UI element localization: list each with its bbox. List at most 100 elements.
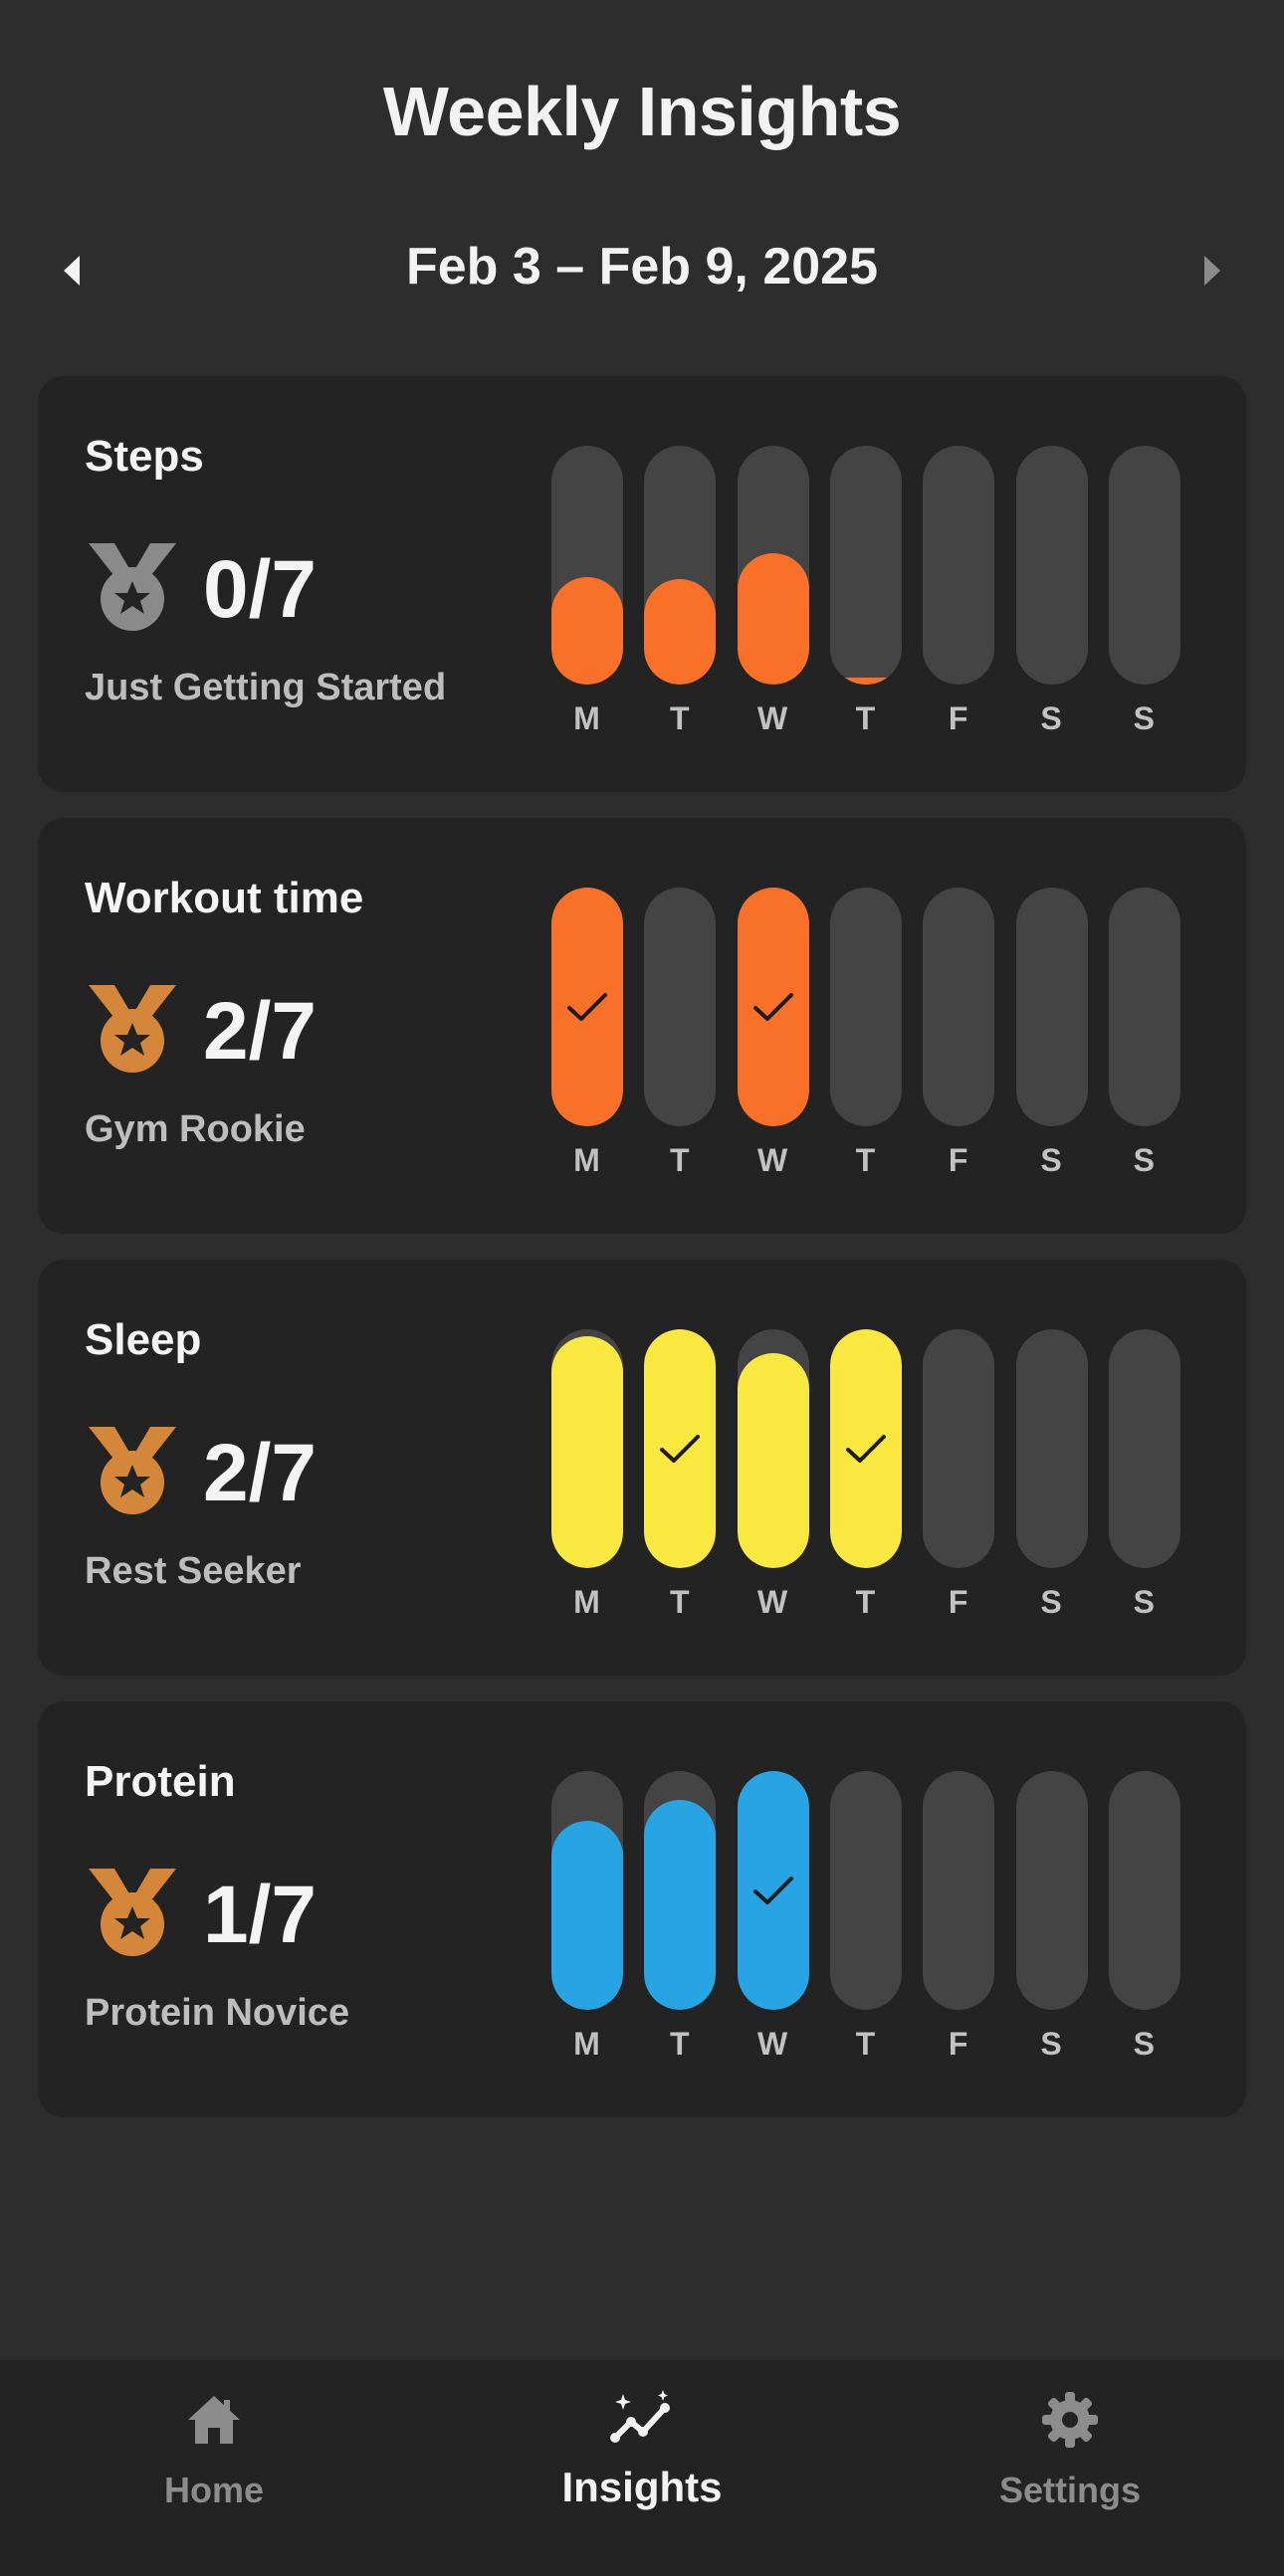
day-bar: T <box>829 446 902 754</box>
sparkle-chart-icon <box>610 2390 670 2443</box>
day-label: S <box>1040 1584 1063 1620</box>
bar-track <box>923 1329 995 1568</box>
bar-fill <box>737 1353 809 1568</box>
day-label: T <box>670 1142 691 1178</box>
checkmark-icon <box>551 888 623 1126</box>
card-title: Steps <box>85 432 204 481</box>
insight-card-protein[interactable]: Protein 1/7 Protein Novice M T W T F S S <box>38 1701 1246 2117</box>
page-title: Weekly Insights <box>382 73 902 150</box>
bar-track <box>644 446 717 685</box>
checkmark-icon <box>830 1329 902 1568</box>
weekly-bars: MTWTFSS <box>551 1329 1198 1638</box>
checkmark-icon <box>738 1771 809 2010</box>
card-title: Protein <box>85 1757 236 1806</box>
bar-track <box>1108 1771 1180 2010</box>
day-bar: S <box>1015 446 1088 754</box>
insight-card-workout[interactable]: Workout time 2/7 Gym Rookie M T W T F S S <box>38 818 1246 1234</box>
bar-track <box>1015 1771 1088 2010</box>
day-label: F <box>948 2026 969 2062</box>
day-bar: F <box>923 1771 995 2080</box>
day-bar: T <box>644 446 717 754</box>
bar-fill <box>551 1336 623 1568</box>
bar-track <box>923 446 995 685</box>
score-value: 2/7 <box>203 986 317 1077</box>
tab-insights-label: Insights <box>561 2464 723 2510</box>
day-bar: F <box>923 888 995 1196</box>
day-bar: F <box>923 446 995 754</box>
day-label: S <box>1040 2026 1063 2062</box>
bar-track <box>644 888 717 1126</box>
bar-track <box>737 1329 809 1568</box>
bar-track <box>923 1771 995 2010</box>
badge-name: Just Getting Started <box>85 667 447 708</box>
bar-track <box>1015 888 1088 1126</box>
day-label: S <box>1133 1584 1156 1620</box>
weekly-bars: MTWTFSS <box>551 888 1198 1196</box>
tab-insights[interactable]: Insights <box>428 2360 856 2576</box>
day-label: M <box>573 2026 601 2062</box>
insight-card-steps[interactable]: Steps 0/7 Just Getting Started M T W T F S S <box>38 376 1246 792</box>
bar-track <box>829 888 902 1126</box>
checkmark-icon <box>738 888 809 1126</box>
card-title: Sleep <box>85 1315 202 1364</box>
chevron-right-icon[interactable] <box>1194 251 1230 291</box>
day-label: W <box>756 1584 789 1620</box>
day-label: M <box>573 700 601 736</box>
week-navigator: Feb 3 – Feb 9, 2025 <box>0 229 1284 308</box>
day-label: W <box>756 2026 789 2062</box>
score-value: 2/7 <box>203 1428 317 1518</box>
tab-settings[interactable]: Settings <box>856 2360 1284 2576</box>
badge-name: Rest Seeker <box>85 1550 302 1592</box>
bar-track <box>737 446 809 685</box>
insight-card-sleep[interactable]: Sleep 2/7 Rest Seeker M T W T F S S <box>38 1260 1246 1676</box>
day-label: S <box>1040 700 1063 736</box>
day-bar: S <box>1108 1329 1180 1638</box>
bar-fill <box>737 553 809 685</box>
day-label: S <box>1133 2026 1156 2062</box>
day-label: T <box>855 2026 877 2062</box>
day-bar: S <box>1015 1771 1088 2080</box>
bar-track <box>1108 888 1180 1126</box>
day-bar: S <box>1108 888 1180 1196</box>
bar-track <box>829 1771 902 2010</box>
day-bar: F <box>923 1329 995 1638</box>
tab-home[interactable]: Home <box>0 2360 428 2576</box>
bar-fill <box>829 678 902 685</box>
tab-home-label: Home <box>163 2470 265 2510</box>
bar-track <box>551 1329 623 1568</box>
day-bar: S <box>1015 888 1088 1196</box>
badge-name: Gym Rookie <box>85 1108 306 1150</box>
day-bar: M <box>551 888 623 1196</box>
day-bar: M <box>551 446 623 754</box>
weekly-bars: MTWTFSS <box>551 1771 1198 2080</box>
day-label: S <box>1133 1142 1156 1178</box>
day-bar: M <box>551 1329 623 1638</box>
day-label: W <box>756 1142 789 1178</box>
bar-fill <box>551 577 623 685</box>
day-label: S <box>1040 1142 1063 1178</box>
bronze-medal-icon <box>89 1427 176 1514</box>
bar-track <box>1108 1329 1180 1568</box>
day-bar: W <box>737 446 809 754</box>
day-bar: T <box>829 888 902 1196</box>
day-label: T <box>855 1142 877 1178</box>
tab-bar: Home Insights Settings <box>0 2360 1284 2576</box>
day-bar: T <box>644 1771 717 2080</box>
day-bar: T <box>644 1329 717 1638</box>
home-icon <box>188 2396 240 2444</box>
day-bar: T <box>829 1771 902 2080</box>
day-label: M <box>573 1142 601 1178</box>
day-bar: W <box>737 888 809 1196</box>
bar-track <box>1108 446 1180 685</box>
gear-icon <box>1042 2392 1098 2448</box>
day-label: W <box>756 700 789 736</box>
bronze-medal-icon <box>89 985 176 1073</box>
day-label: M <box>573 1584 601 1620</box>
day-bar: T <box>829 1329 902 1638</box>
bar-fill <box>551 1821 623 2010</box>
bar-track <box>923 888 995 1126</box>
day-label: T <box>670 1584 691 1620</box>
score-value: 0/7 <box>203 544 317 635</box>
day-bar: S <box>1108 1771 1180 2080</box>
week-range-label: Feb 3 – Feb 9, 2025 <box>405 238 879 296</box>
